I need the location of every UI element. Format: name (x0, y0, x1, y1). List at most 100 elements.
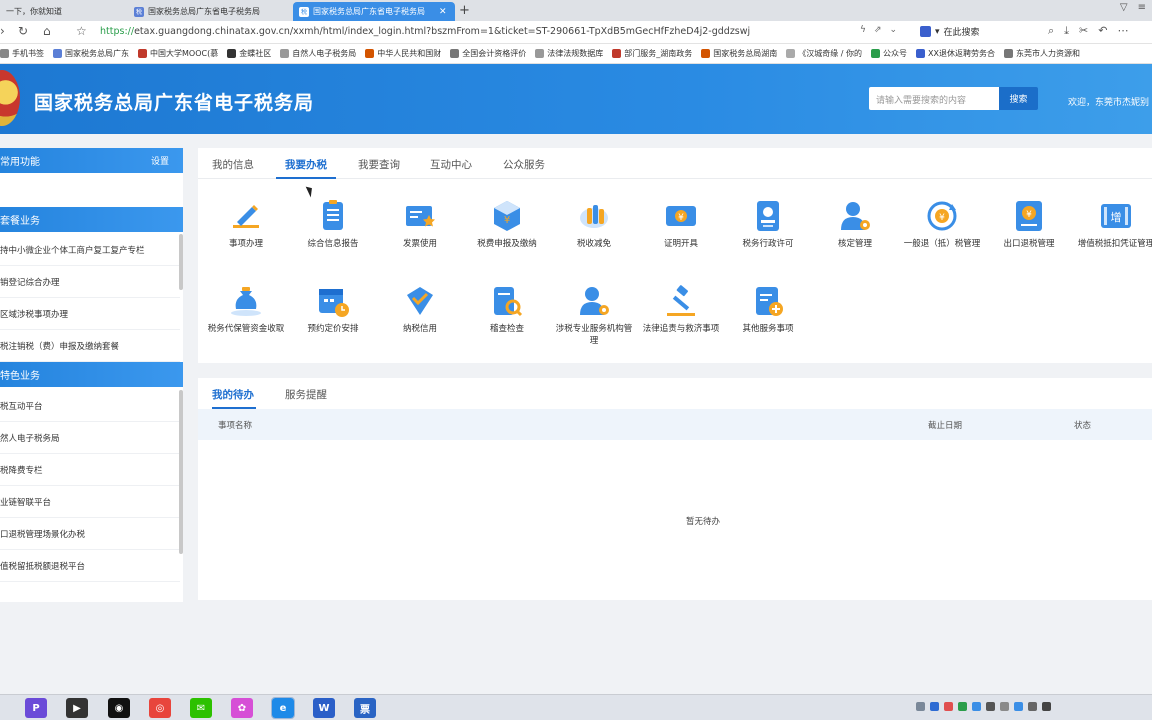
settings-link[interactable]: 设置 (151, 154, 169, 167)
service-tile[interactable]: 增增值税抵扣凭证管理 (1074, 198, 1152, 250)
lightning-icon[interactable]: ϟ (860, 25, 866, 35)
download-icon[interactable]: ⤓ (1064, 24, 1069, 38)
bookmark-item[interactable]: 东莞市人力资源和 (1003, 48, 1080, 59)
app-flower-icon[interactable]: ✿ (231, 698, 253, 718)
bookmark-item[interactable]: 金蝶社区 (227, 48, 271, 59)
package-scrollbar[interactable] (179, 234, 183, 290)
home-icon[interactable]: ⌂ (43, 24, 51, 38)
service-tile[interactable]: 稽查检查 (465, 283, 549, 335)
service-tile[interactable]: 预约定价安排 (291, 283, 375, 335)
notification-icon[interactable] (1042, 702, 1051, 711)
volume-icon[interactable] (986, 702, 995, 711)
network-icon[interactable] (958, 702, 967, 711)
menu-icon[interactable]: ≡ (1138, 2, 1146, 13)
app-chrome-icon[interactable]: ◎ (149, 698, 171, 718)
shirt-icon[interactable]: ▽ (1120, 2, 1128, 13)
favorite-star-icon[interactable]: ☆ (76, 24, 87, 38)
service-tile[interactable]: 涉税专业服务机构管理 (552, 283, 636, 347)
antivirus-icon[interactable] (944, 702, 953, 711)
sidebar-item-special[interactable]: 业链智联平台 (0, 486, 180, 518)
sidebar-item-package[interactable]: 持中小微企业个体工商户复工复产专栏 (0, 234, 180, 266)
bookmark-item[interactable]: 中国大学MOOC(慕 (138, 48, 218, 59)
sidebar-item-special[interactable]: 然人电子税务局 (0, 422, 180, 454)
dropdown-icon[interactable]: ⌄ (889, 25, 897, 35)
battery-icon[interactable] (1028, 702, 1037, 711)
address-bar[interactable]: https://etax.guangdong.chinatax.gov.cn/x… (100, 26, 750, 37)
browser-tab-etax-1[interactable]: 税 国家税务总局广东省电子税务局 (128, 2, 290, 21)
browser-search-box[interactable]: ▾ 在此搜索 (920, 25, 980, 38)
cloud-icon[interactable] (972, 702, 981, 711)
keyboard-icon[interactable] (916, 702, 925, 711)
service-tile[interactable]: ¥ 一般退（抵）税管理 (900, 198, 984, 250)
app-browser-icon[interactable]: e (271, 697, 295, 719)
tab-handle-tax[interactable]: 我要办税 (285, 157, 327, 172)
service-tile[interactable]: 税务行政许可 (726, 198, 810, 250)
special-scrollbar[interactable] (179, 390, 183, 554)
sidebar-item-package[interactable]: 销登记综合办理 (0, 266, 180, 298)
service-tile[interactable]: 发票使用 (378, 198, 462, 250)
app-wechat-icon[interactable]: ✉ (190, 698, 212, 718)
service-tile[interactable]: 其他服务事项 (726, 283, 810, 335)
sidebar-item-special[interactable]: 口退税管理场景化办税 (0, 518, 180, 550)
app-p-icon[interactable]: P (25, 698, 47, 718)
bookmark-item[interactable]: 中华人民共和国财 (365, 48, 441, 59)
yuan-book-icon: ¥ (1016, 201, 1042, 231)
browser-tab-baidu[interactable]: 一下，你就知道 (0, 2, 128, 21)
more-icon[interactable]: ⋯ (1117, 24, 1128, 38)
bookmark-item[interactable]: 国家税务总局湖南 (701, 48, 777, 59)
tab-interaction[interactable]: 互动中心 (430, 157, 472, 172)
site-search-button[interactable]: 搜索 (999, 87, 1038, 110)
tab-service-reminder[interactable]: 服务提醒 (285, 387, 327, 402)
reload-icon[interactable]: ↻ (18, 24, 28, 38)
bookmark-item[interactable]: 《汉城奇缘 / 你的 (786, 48, 862, 59)
app-video-icon[interactable]: ▶ (66, 698, 88, 718)
bookmark-item[interactable]: 自然人电子税务局 (280, 48, 356, 59)
service-tile[interactable]: ¥ 税费申报及缴纳 (465, 198, 549, 250)
bookmark-item[interactable]: 法律法规数据库 (535, 48, 603, 59)
scissors-icon[interactable]: ✂ (1079, 24, 1088, 38)
service-tile[interactable]: ¥ 出口退税管理 (987, 198, 1071, 250)
service-tile[interactable]: 纳税信用 (378, 283, 462, 335)
service-tile[interactable]: 税务代保管资金收取 (204, 283, 288, 335)
package-business-header[interactable]: 套餐业务 (0, 207, 183, 232)
bookmark-label: 东莞市人力资源和 (1015, 49, 1080, 58)
tab-my-info[interactable]: 我的信息 (212, 157, 254, 172)
sidebar-item-special[interactable]: 税降费专栏 (0, 454, 180, 486)
service-tile[interactable]: ¥ 证明开具 (639, 198, 723, 250)
sidebar-item-special[interactable]: 值税留抵税额退税平台 (0, 550, 180, 582)
undo-icon[interactable]: ↶ (1098, 24, 1107, 38)
wifi-icon[interactable] (1000, 702, 1009, 711)
bookmark-label: 手机书签 (12, 49, 44, 58)
bookmark-item[interactable]: 部门服务_湖南政务 (612, 48, 692, 59)
search-icon[interactable]: ⌕ (1048, 24, 1054, 38)
help-icon[interactable] (930, 702, 939, 711)
service-tile[interactable]: 事项办理 (204, 198, 288, 250)
forward-icon[interactable]: › (0, 24, 5, 38)
bookmark-item[interactable]: 全国会计资格评价 (450, 48, 526, 59)
new-tab-button[interactable]: + (459, 3, 470, 18)
close-tab-icon[interactable]: ✕ (439, 7, 447, 17)
bookmark-item[interactable]: XX退休返聘劳务合 (915, 48, 995, 59)
site-search-input[interactable]: 请输入需要搜索的内容 (869, 87, 999, 110)
service-tile[interactable]: 法律追责与救济事项 (639, 283, 723, 335)
service-tile[interactable]: 综合信息报告 (291, 198, 375, 250)
sidebar-item-package[interactable]: 税注销税（费）申报及缴纳套餐 (0, 330, 180, 362)
share-icon[interactable]: ⇗ (874, 25, 882, 35)
search-engine-icon[interactable] (920, 26, 931, 37)
browser-tab-etax-active[interactable]: 税 国家税务总局广东省电子税务局 ✕ (293, 2, 455, 21)
app-qq-icon[interactable]: ◉ (108, 698, 130, 718)
sidebar-item-special[interactable]: 税互动平台 (0, 390, 180, 422)
bookmark-item[interactable]: 公众号 (870, 48, 907, 59)
service-tile[interactable]: 税收减免 (552, 198, 636, 250)
bookmark-item[interactable]: 国家税务总局广东 (53, 48, 129, 59)
service-tile[interactable]: 核定管理 (813, 198, 897, 250)
bookmark-item[interactable]: 手机书签 (0, 48, 44, 59)
special-business-header[interactable]: 特色业务 (0, 362, 183, 387)
tab-my-todo[interactable]: 我的待办 (212, 387, 254, 402)
tab-public-service[interactable]: 公众服务 (503, 157, 545, 172)
shield-icon[interactable] (1014, 702, 1023, 711)
app-word-icon[interactable]: W (313, 698, 335, 718)
sidebar-item-package[interactable]: 区域涉税事项办理 (0, 298, 180, 330)
tab-query[interactable]: 我要查询 (358, 157, 400, 172)
app-tax-icon[interactable]: 票 (354, 698, 376, 718)
